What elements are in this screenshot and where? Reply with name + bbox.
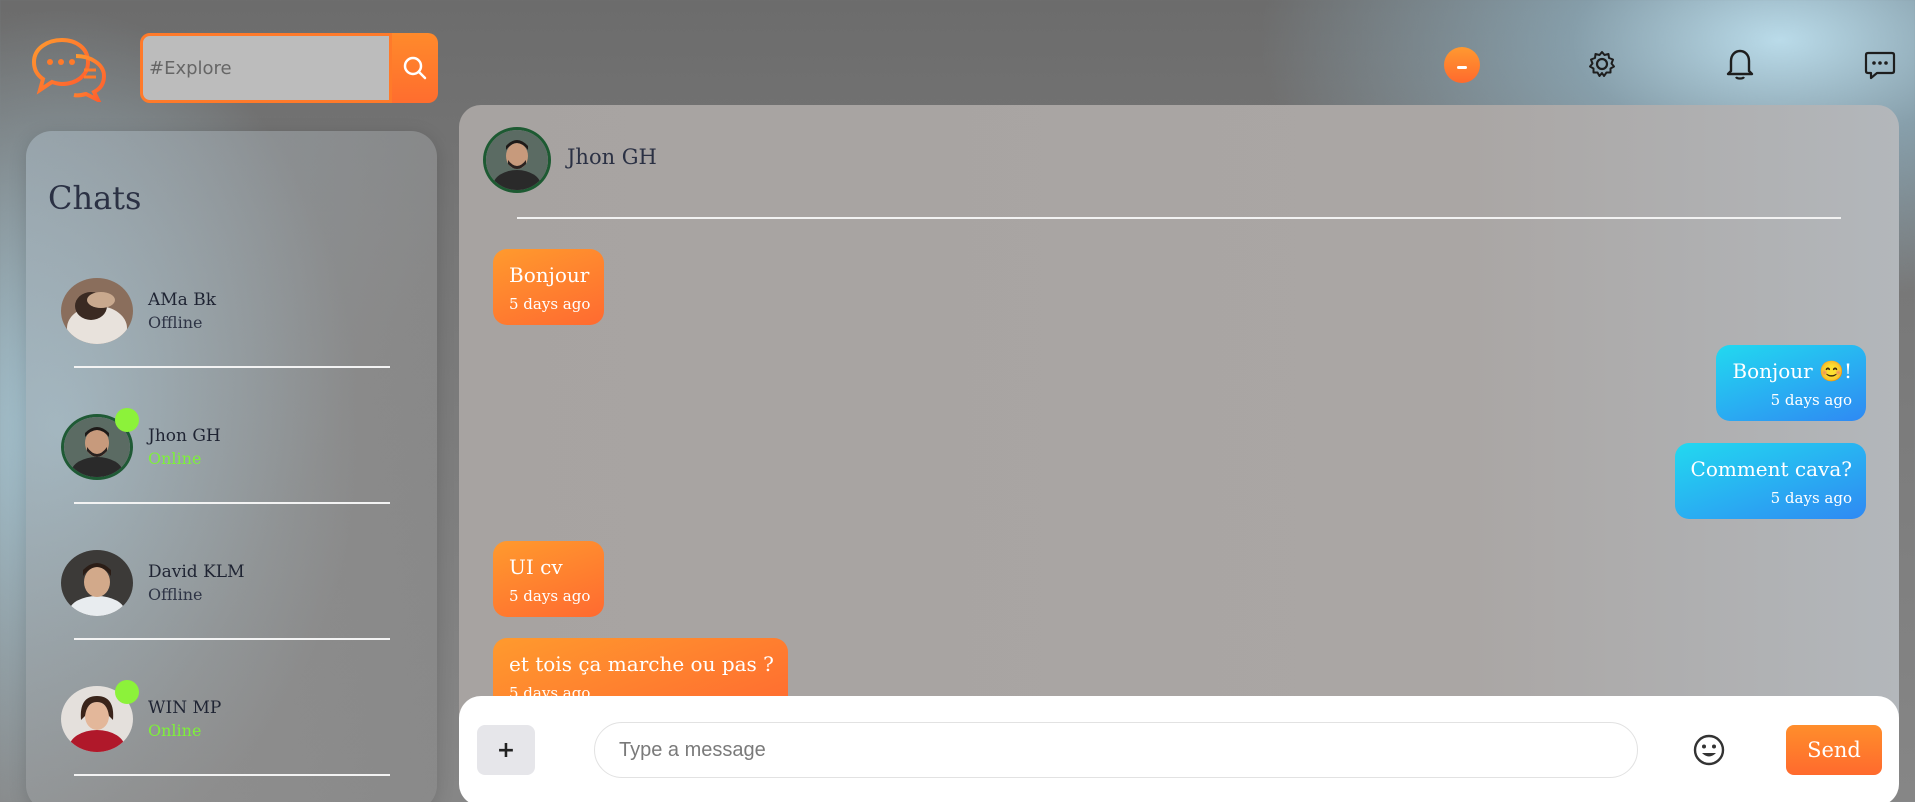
emoji-icon[interactable] (1691, 732, 1727, 768)
message-time: 5 days ago (509, 587, 591, 605)
chat-status: Offline (148, 585, 203, 604)
message-text: Comment cava? (1690, 457, 1852, 481)
message-bubble[interactable]: Bonjour 5 days ago (493, 249, 605, 325)
bell-icon[interactable] (1722, 46, 1758, 82)
chat-name: Jhon GH (148, 426, 221, 446)
send-button[interactable]: Send (1786, 725, 1882, 775)
message-composer: + Send (459, 696, 1899, 802)
message-text: Bonjour 😊! (1732, 359, 1852, 383)
chat-status: Online (148, 449, 202, 468)
contact-avatar[interactable] (483, 127, 551, 193)
chat-name: WIN MP (148, 698, 222, 718)
message-time: 5 days ago (509, 295, 591, 313)
message-text: et tois ça marche ou pas ? (509, 652, 774, 676)
chat-status: Online (148, 721, 202, 740)
divider (74, 502, 390, 504)
chats-sidebar: Chats AMa Bk Offline Jhon GH Online Davi… (26, 131, 437, 802)
chat-name: AMa Bk (148, 290, 217, 310)
message-text: UI cv (509, 555, 563, 579)
message-text: Bonjour (509, 263, 590, 287)
avatar (61, 278, 133, 344)
message-time: 5 days ago (1770, 391, 1852, 409)
avatar (61, 550, 133, 616)
chat-item-david-klm[interactable]: David KLM Offline (61, 550, 401, 640)
search-button[interactable] (392, 33, 438, 103)
header-divider (517, 217, 1841, 219)
user-avatar[interactable] (1444, 47, 1480, 83)
divider (74, 638, 390, 640)
search-input[interactable] (140, 33, 392, 103)
online-indicator (115, 408, 139, 432)
message-bubble[interactable]: Bonjour 😊! 5 days ago (1716, 345, 1866, 421)
message-input[interactable] (594, 722, 1638, 778)
divider (74, 366, 390, 368)
chat-item-win-mp[interactable]: WIN MP Online (61, 680, 401, 776)
divider (74, 774, 390, 776)
chat-name: David KLM (148, 562, 245, 582)
messages-icon[interactable] (1862, 46, 1898, 82)
logo-chat-icon[interactable] (28, 36, 110, 105)
message-bubble[interactable]: Comment cava? 5 days ago (1674, 443, 1866, 519)
attach-button[interactable]: + (477, 725, 535, 775)
sidebar-title: Chats (48, 179, 142, 217)
settings-icon[interactable] (1584, 46, 1620, 82)
search-bar (140, 33, 438, 103)
online-indicator (115, 680, 139, 704)
message-time: 5 days ago (1770, 489, 1852, 507)
chat-item-ama-bk[interactable]: AMa Bk Offline (61, 278, 401, 368)
message-bubble[interactable]: UI cv 5 days ago (493, 541, 605, 617)
chat-status: Offline (148, 313, 203, 332)
search-icon (403, 56, 427, 80)
contact-name: Jhon GH (567, 145, 657, 169)
chat-item-jhon-gh[interactable]: Jhon GH Online (61, 408, 401, 504)
